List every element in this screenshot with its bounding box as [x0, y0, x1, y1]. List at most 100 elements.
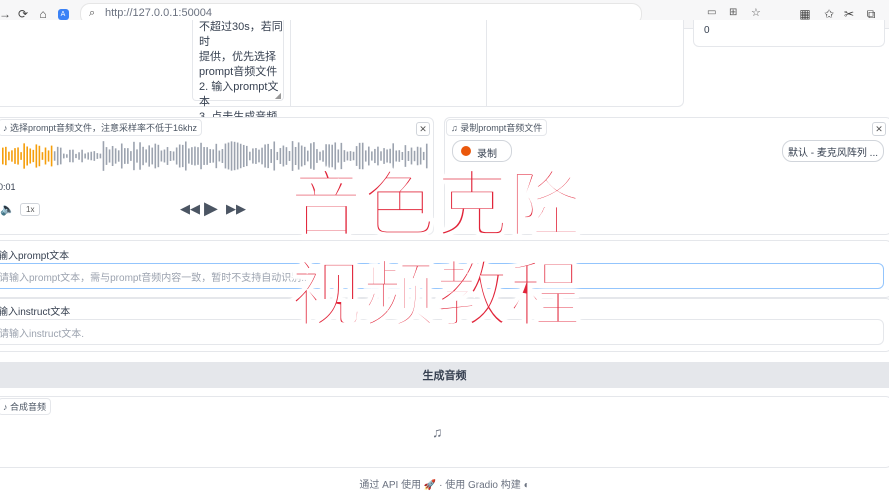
- waveform-bar: [337, 149, 340, 163]
- waveform-bar: [282, 145, 285, 167]
- overlay-title-line1: 音色克隆: [289, 163, 583, 247]
- record-audio-label: ♫ 录制prompt音频文件: [446, 119, 548, 136]
- waveform-bar: [69, 149, 71, 163]
- waveform-bar: [56, 146, 59, 166]
- instruction-line: 不超过30s，若同时: [199, 21, 283, 48]
- waveform-bar: [47, 150, 50, 162]
- rewind-icon[interactable]: ◀◀: [180, 201, 200, 217]
- waveform-bar: [163, 149, 166, 163]
- waveform-bar: [11, 150, 13, 162]
- waveform-bar: [380, 151, 382, 161]
- waveform-bar: [96, 153, 99, 159]
- waveform-bar: [5, 146, 7, 166]
- microphone-select[interactable]: 默认 - 麦克风阵列 ...: [782, 140, 884, 162]
- instruction-line: prompt音频文件: [199, 66, 278, 78]
- waveform-bar: [389, 148, 391, 164]
- waveform-bar: [38, 145, 41, 167]
- waveform-bar: [44, 147, 47, 165]
- waveform-bar: [218, 150, 221, 162]
- waveform-bar: [267, 143, 269, 169]
- divider: [486, 20, 487, 106]
- waveform-bar: [166, 147, 169, 165]
- waveform-bar: [41, 152, 44, 160]
- translate-icon[interactable]: ⊞: [729, 7, 737, 18]
- waveform-bar: [319, 151, 321, 161]
- play-icon[interactable]: ▶: [204, 198, 218, 219]
- waveform-bar: [154, 143, 157, 169]
- waveform-bar: [322, 150, 324, 162]
- waveform-bar: [23, 143, 25, 169]
- prompt-text-label: 输入prompt文本: [0, 251, 70, 262]
- waveform-bar: [349, 151, 352, 161]
- waveform-bar: [66, 154, 68, 158]
- waveform-bar: [258, 149, 260, 163]
- waveform-bar: [239, 143, 242, 169]
- waveform-bar: [246, 145, 248, 167]
- waveform-bar: [422, 151, 425, 161]
- waveform-bar: [53, 151, 56, 161]
- waveform-bar: [2, 147, 4, 165]
- waveform-bar: [63, 153, 65, 159]
- waveform-bar: [93, 151, 96, 161]
- waveform-bar: [191, 147, 193, 165]
- seed-value: 0: [704, 25, 710, 36]
- waveform-bar: [29, 148, 32, 164]
- waveform-bar: [194, 146, 196, 166]
- waveform-bar: [114, 148, 117, 164]
- waveform-bar: [206, 147, 208, 165]
- waveform-bar: [178, 144, 181, 168]
- music-icon: ♫: [451, 123, 461, 133]
- waveform-bar: [233, 141, 236, 171]
- output-audio-panel: [0, 396, 889, 468]
- waveform-bar: [386, 149, 388, 163]
- top-panel: [0, 20, 684, 107]
- waveform-bar: [130, 151, 132, 161]
- waveform-bar: [145, 149, 147, 163]
- fast-forward-icon[interactable]: ▶▶: [226, 201, 246, 217]
- close-icon[interactable]: ✕: [872, 122, 886, 136]
- waveform-bar: [50, 145, 53, 167]
- waveform-bar: [133, 141, 135, 171]
- record-button[interactable]: 录制: [452, 140, 512, 162]
- volume-icon[interactable]: 🔈: [0, 202, 15, 216]
- waveform-bar: [32, 149, 35, 163]
- waveform-bar: [185, 141, 187, 171]
- gradio-logo-icon: ◐: [523, 480, 530, 491]
- upload-audio-label: ♪ 选择prompt音频文件，注意采样率不低于16khz: [0, 119, 203, 136]
- waveform-bar: [127, 148, 129, 164]
- seed-field[interactable]: 0: [693, 20, 885, 47]
- gradio-link[interactable]: · 使用 Gradio 构建: [439, 480, 521, 491]
- waveform-bar: [78, 152, 80, 160]
- waveform-bar: [20, 152, 22, 160]
- waveform-bar: [105, 147, 108, 165]
- waveform-bar: [203, 147, 205, 165]
- waveform-bar: [364, 150, 367, 162]
- waveform-bar: [264, 144, 266, 168]
- waveform-bar: [276, 151, 279, 161]
- waveform-bar: [157, 144, 160, 168]
- resize-handle-icon[interactable]: ◢: [275, 91, 281, 100]
- waveform-bar: [200, 142, 202, 170]
- api-link[interactable]: 通过 API 使用: [359, 480, 421, 491]
- music-icon: ♪: [3, 123, 11, 133]
- waveform-bar: [124, 148, 126, 164]
- close-icon[interactable]: ✕: [416, 122, 430, 136]
- waveform-bar: [84, 153, 86, 159]
- music-icon: ♪: [3, 402, 11, 412]
- star-icon[interactable]: ☆: [751, 6, 761, 19]
- playback-speed-button[interactable]: 1x: [20, 203, 41, 216]
- waveform-bar: [26, 146, 28, 166]
- waveform-bar: [224, 143, 227, 169]
- waveform-bar: [188, 148, 190, 164]
- waveform-bar: [72, 149, 74, 163]
- generate-audio-button[interactable]: 生成音频: [0, 362, 889, 388]
- divider: [290, 20, 291, 106]
- search-icon: ⌕: [89, 7, 96, 19]
- waveform-bar: [374, 148, 376, 164]
- footer: 通过 API 使用 🚀 · 使用 Gradio 构建 ◐: [0, 476, 889, 491]
- screen-icon[interactable]: ▭: [707, 7, 716, 18]
- waveform-bar: [227, 142, 230, 170]
- waveform-bar: [160, 150, 163, 162]
- waveform-bar: [172, 151, 175, 161]
- waveform-bar: [279, 148, 282, 164]
